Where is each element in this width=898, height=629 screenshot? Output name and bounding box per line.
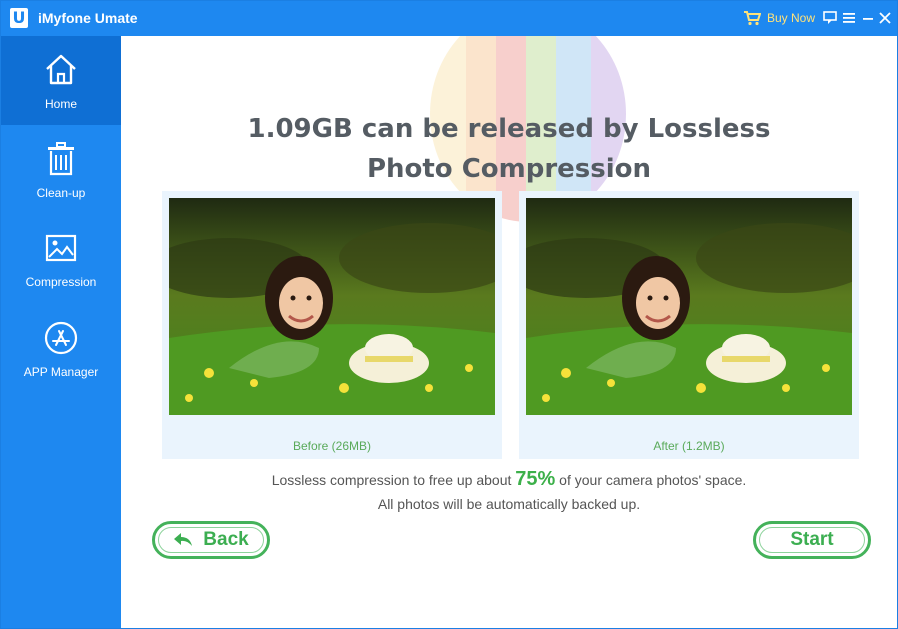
- after-photo-card: After (1.2MB): [519, 191, 859, 459]
- minimize-icon[interactable]: [860, 10, 876, 26]
- sidebar-item-clean-up[interactable]: Clean-up: [1, 125, 121, 214]
- savings-percent: 75%: [515, 468, 556, 490]
- start-label: Start: [790, 529, 834, 550]
- after-photo: [526, 198, 852, 415]
- sidebar-item-label: Compression: [25, 275, 97, 289]
- app-store-icon: [44, 321, 78, 355]
- headline-line-1: 1.09GB can be released by Lossless: [247, 114, 771, 144]
- after-caption: After (1.2MB): [653, 439, 725, 453]
- app-window: U iMyfone Umate Buy Now Home Clean-up Co…: [0, 0, 898, 629]
- menu-icon[interactable]: [841, 10, 857, 26]
- before-photo-card: Before (26MB): [162, 191, 502, 459]
- main-panel: 1.09GB can be released by Lossless Photo…: [121, 36, 897, 628]
- headline-line-2: Photo Compression: [366, 154, 652, 184]
- before-caption: Before (26MB): [292, 439, 372, 453]
- sidebar-item-app-manager[interactable]: APP Manager: [1, 304, 121, 393]
- start-button[interactable]: Start: [753, 521, 871, 559]
- buy-now-label: Buy Now: [767, 11, 816, 25]
- sidebar: Home Clean-up Compression APP Manager: [1, 36, 121, 628]
- back-button[interactable]: Back: [152, 521, 270, 559]
- buy-now-button[interactable]: Buy Now: [743, 10, 815, 26]
- home-icon: [46, 54, 76, 85]
- app-logo: U: [10, 8, 28, 28]
- info-prefix: Lossless compression to free up about: [271, 472, 516, 488]
- sidebar-item-label: APP Manager: [23, 365, 99, 379]
- sidebar-item-label: Home: [44, 97, 77, 111]
- close-icon[interactable]: [877, 10, 893, 26]
- title-bar: U iMyfone Umate Buy Now: [1, 1, 897, 36]
- back-label: Back: [203, 529, 249, 550]
- cart-icon: [744, 11, 761, 26]
- backup-note: All photos will be automatically backed …: [377, 496, 641, 512]
- back-arrow-icon: [174, 533, 193, 546]
- sidebar-item-compression[interactable]: Compression: [1, 214, 121, 303]
- feedback-icon[interactable]: [822, 10, 838, 26]
- trash-icon: [48, 142, 74, 176]
- info-suffix: of your camera photos' space.: [555, 472, 747, 488]
- before-photo: [169, 198, 495, 415]
- image-icon: [45, 234, 77, 262]
- sidebar-item-label: Clean-up: [36, 186, 86, 200]
- sidebar-item-home[interactable]: Home: [1, 36, 121, 125]
- app-title: iMyfone Umate: [38, 10, 138, 26]
- compression-info: Lossless compression to free up about 75…: [121, 468, 897, 491]
